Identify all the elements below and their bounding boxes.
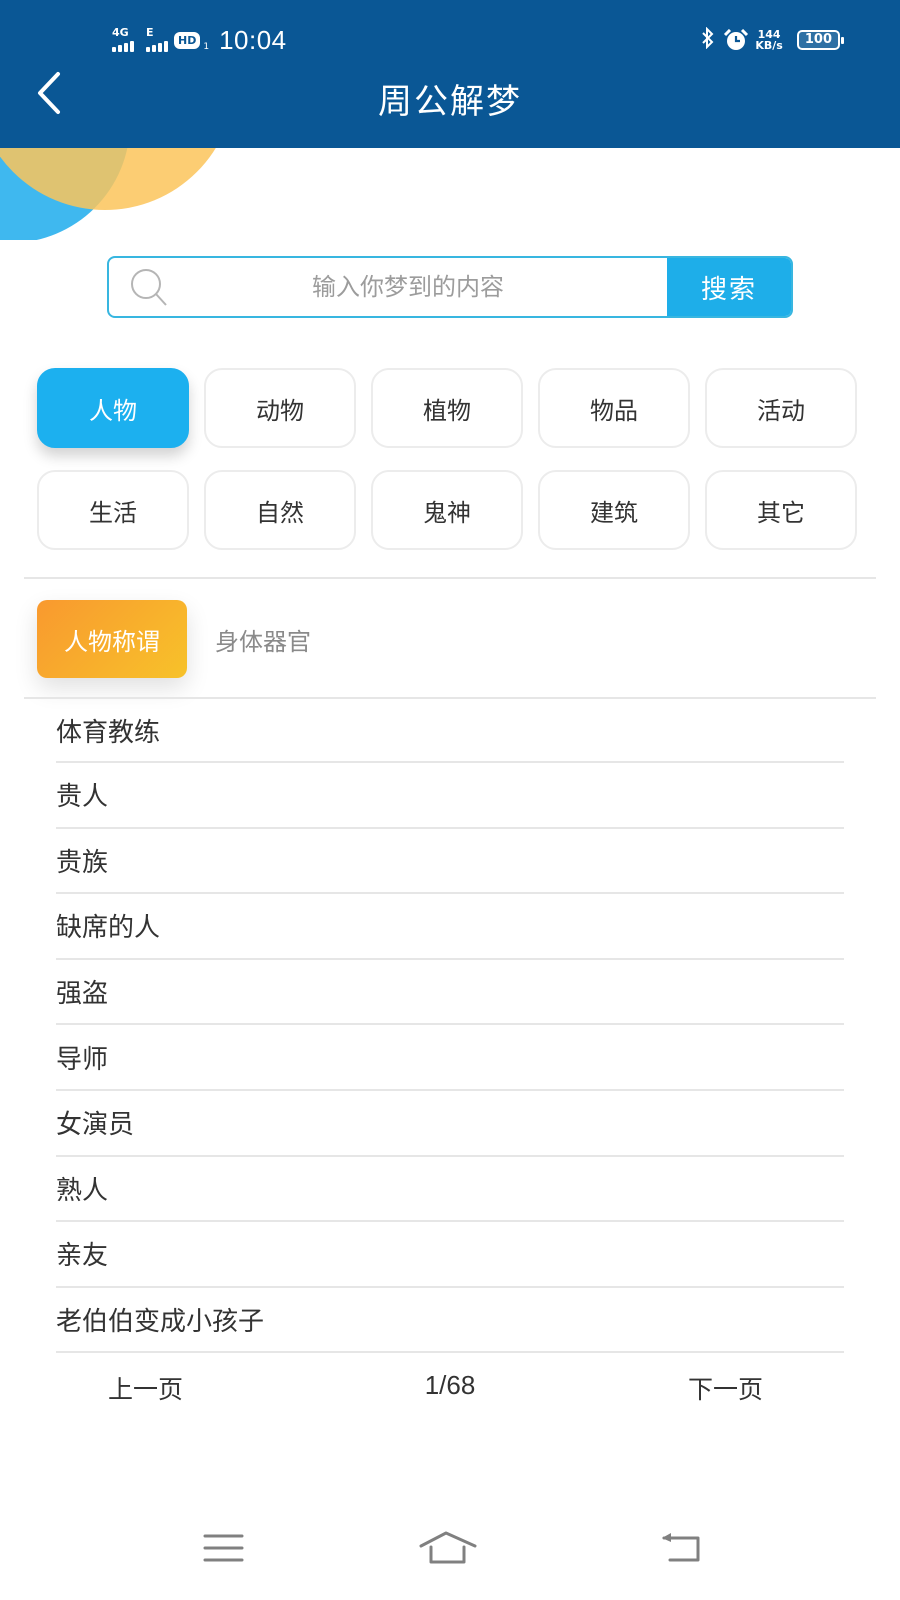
network-type-label: E xyxy=(146,26,154,39)
search-button[interactable]: 搜索 xyxy=(667,258,791,316)
search-icon xyxy=(109,258,189,316)
signal-4g-icon: 4G xyxy=(112,26,134,52)
network-speed: 144 KB/s xyxy=(755,29,782,51)
back-icon xyxy=(662,1533,700,1562)
dream-list: 体育教练 贵人 贵族 缺席的人 强盗 导师 女演员 熟人 亲友 老伯伯变成小孩子 xyxy=(56,700,844,1354)
category-grid: 人物 动物 植物 物品 活动 生活 自然 鬼神 建筑 其它 xyxy=(37,368,857,550)
status-right: 144 KB/s 100 xyxy=(701,22,845,58)
category-zhiwu[interactable]: 植物 xyxy=(371,368,523,448)
battery-icon: 100 xyxy=(796,30,845,50)
list-item[interactable]: 强盗 xyxy=(56,960,844,1026)
nav-bar: 周公解梦 xyxy=(0,62,900,132)
list-item[interactable]: 导师 xyxy=(56,1025,844,1091)
category-shenghuo[interactable]: 生活 xyxy=(37,470,189,550)
status-left: 4G E HD 1 10:04 xyxy=(112,22,287,58)
category-qita[interactable]: 其它 xyxy=(705,470,857,550)
status-bar: 4G E HD 1 10:04 144 KB/s 100 xyxy=(0,22,900,58)
list-item[interactable]: 女演员 xyxy=(56,1091,844,1157)
list-item[interactable]: 体育教练 xyxy=(56,700,844,763)
list-item[interactable]: 贵人 xyxy=(56,763,844,829)
hd-badge: HD xyxy=(174,31,201,49)
category-renwu[interactable]: 人物 xyxy=(37,368,189,448)
speed-unit: KB/s xyxy=(755,39,783,52)
category-huodong[interactable]: 活动 xyxy=(705,368,857,448)
search-bar: 搜索 xyxy=(107,256,793,318)
subcategory-tabs: 人物称谓 身体器官 xyxy=(37,600,311,678)
back-nav-button[interactable] xyxy=(660,1530,704,1570)
home-icon xyxy=(419,1531,477,1564)
category-guishen[interactable]: 鬼神 xyxy=(371,470,523,550)
app-header: 4G E HD 1 10:04 144 KB/s 100 周公解梦 xyxy=(0,0,900,148)
list-item[interactable]: 亲友 xyxy=(56,1222,844,1288)
category-jianzhu[interactable]: 建筑 xyxy=(538,470,690,550)
tab-shenti-qiguan[interactable]: 身体器官 xyxy=(215,622,311,657)
search-input[interactable] xyxy=(189,258,667,316)
next-page-button[interactable]: 下一页 xyxy=(688,1370,763,1406)
page-indicator: 1/68 xyxy=(424,1370,476,1400)
menu-icon xyxy=(203,1534,244,1562)
network-type-label: 4G xyxy=(112,26,129,39)
status-time: 10:04 xyxy=(219,24,287,55)
page-title: 周公解梦 xyxy=(378,82,522,122)
tab-renwu-chengwei[interactable]: 人物称谓 xyxy=(37,600,187,678)
category-wupin[interactable]: 物品 xyxy=(538,368,690,448)
list-item[interactable]: 缺席的人 xyxy=(56,894,844,960)
bluetooth-icon xyxy=(701,26,715,54)
alarm-icon xyxy=(723,28,749,51)
home-button[interactable] xyxy=(418,1530,478,1570)
divider xyxy=(24,577,876,579)
signal-e-icon: E xyxy=(146,26,168,52)
hd-sub-label: 1 xyxy=(203,42,210,52)
list-item[interactable]: 贵族 xyxy=(56,829,844,895)
divider xyxy=(24,697,876,699)
system-nav-bar xyxy=(0,1530,900,1580)
category-dongwu[interactable]: 动物 xyxy=(204,368,356,448)
list-item[interactable]: 老伯伯变成小孩子 xyxy=(56,1288,844,1354)
category-ziran[interactable]: 自然 xyxy=(204,470,356,550)
pagination: 上一页 1/68 下一页 xyxy=(0,1370,900,1414)
list-item[interactable]: 熟人 xyxy=(56,1157,844,1223)
menu-button[interactable] xyxy=(202,1530,246,1570)
